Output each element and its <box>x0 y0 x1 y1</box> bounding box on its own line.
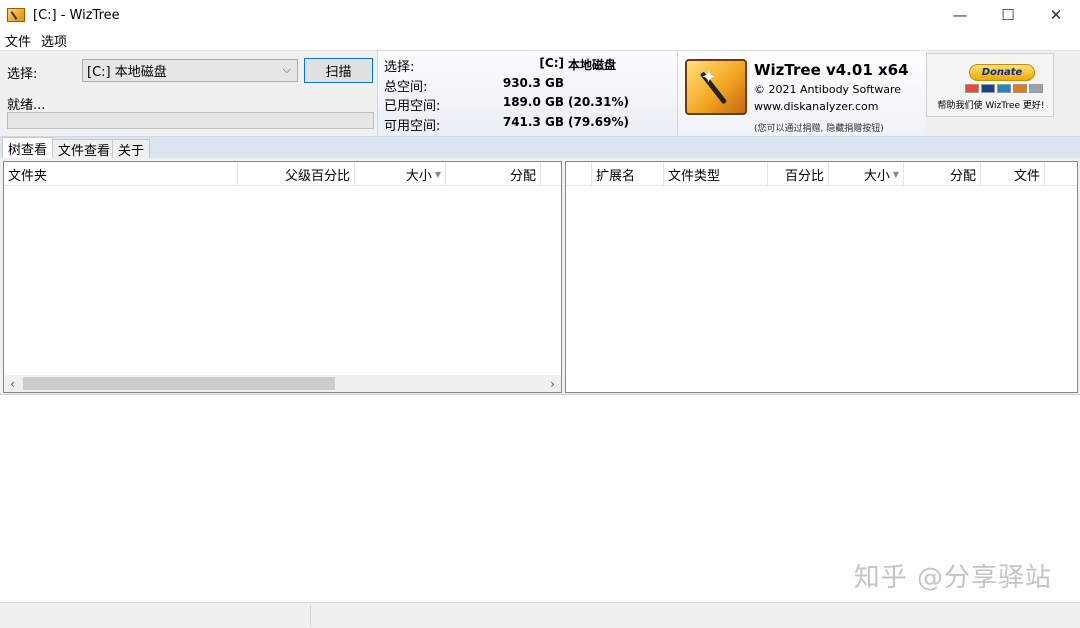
scroll-left-icon[interactable]: ‹ <box>4 375 21 392</box>
main-area: 文件夹 父级百分比 大小 ▼ 分配 ‹ › 扩展名 文件类型 百分比 大小 ▼ 分配… <box>0 158 1080 394</box>
status-segment-2 <box>311 605 1080 626</box>
folder-tree-list[interactable]: 文件夹 父级百分比 大小 ▼ 分配 ‹ › <box>3 161 562 393</box>
tool-panel: 选择: [C:] 本地磁盘 ⌵ 扫描 就绪... 选择: [C:] 本地磁盘 总… <box>0 50 1080 137</box>
disk-free-value: 741.3 GB <box>502 115 564 129</box>
disk-free-row: 可用空间: 741.3 GB (79.69%) <box>384 115 674 134</box>
column-files[interactable]: 文件 <box>981 162 1045 186</box>
status-bar <box>0 602 1080 628</box>
folder-list-header: 文件夹 父级百分比 大小 ▼ 分配 <box>4 162 561 186</box>
title-bar: [C:] - WizTree — ☐ ✕ <box>0 0 1080 30</box>
column-type-size-label: 大小 <box>863 168 890 184</box>
chevron-down-icon: ⌵ <box>282 63 291 76</box>
donate-hide-note: (您可以通过捐赠, 隐藏捐赠按钮) <box>754 124 884 134</box>
drive-select-value: [C:] 本地磁盘 <box>87 65 167 80</box>
disk-total-row: 总空间: 930.3 GB <box>384 76 674 95</box>
scrollbar-thumb[interactable] <box>23 377 335 390</box>
column-size[interactable]: 大小 ▼ <box>355 162 446 186</box>
file-type-list[interactable]: 扩展名 文件类型 百分比 大小 ▼ 分配 文件 <box>565 161 1078 393</box>
column-icon[interactable] <box>566 162 592 186</box>
amex-icon <box>997 84 1011 93</box>
column-percent[interactable]: 百分比 <box>768 162 829 186</box>
disk-free-percent: (79.69%) <box>568 115 629 129</box>
select-label: 选择: <box>7 67 38 82</box>
column-folder[interactable]: 文件夹 <box>4 162 238 186</box>
sort-down-icon: ▼ <box>892 169 899 179</box>
maximize-icon: ☐ <box>1001 6 1015 24</box>
discover-icon <box>1013 84 1027 93</box>
brand-copyright: © 2021 Antibody Software <box>754 83 902 96</box>
mastercard-icon <box>965 84 979 93</box>
disk-free-label: 可用空间: <box>384 119 441 134</box>
column-file-type[interactable]: 文件类型 <box>664 162 768 186</box>
menu-file[interactable]: 文件 <box>5 31 31 50</box>
disk-drive-name: 本地磁盘 <box>568 58 617 72</box>
minimize-button[interactable]: — <box>936 0 984 30</box>
brand-title: WizTree v4.01 x64 <box>754 61 909 79</box>
watermark: 知乎 @分享驿站 <box>853 563 1052 593</box>
window-title: [C:] - WizTree <box>33 7 120 23</box>
disk-select-label: 选择: <box>384 60 415 75</box>
payment-cards <box>965 84 1043 93</box>
disk-info-panel: 选择: [C:] 本地磁盘 总空间: 930.3 GB 已用空间: 189.0 … <box>378 51 678 137</box>
donate-button[interactable]: Donate <box>969 64 1035 81</box>
tab-about[interactable]: 关于 <box>112 139 151 159</box>
menu-bar: 文件 选项 <box>0 30 1080 50</box>
column-extension[interactable]: 扩展名 <box>592 162 664 186</box>
file-type-header: 扩展名 文件类型 百分比 大小 ▼ 分配 文件 <box>566 162 1077 186</box>
column-size-label: 大小 <box>405 168 432 184</box>
sort-down-icon: ▼ <box>434 169 441 179</box>
brand-panel: ✦ WizTree v4.01 x64 © 2021 Antibody Soft… <box>678 51 926 137</box>
disk-total-value: 930.3 GB <box>502 76 564 90</box>
disk-total-label: 总空间: <box>384 80 428 95</box>
scan-progress-bar <box>7 112 374 129</box>
disk-used-label: 已用空间: <box>384 99 441 114</box>
wiztree-logo-icon[interactable]: ✦ <box>685 59 747 115</box>
close-icon: ✕ <box>1049 6 1063 24</box>
disk-used-row: 已用空间: 189.0 GB (20.31%) <box>384 95 674 114</box>
view-tabs: 树查看 文件查看 关于 <box>0 136 1080 159</box>
minimize-icon: — <box>952 6 968 24</box>
window-controls: — ☐ ✕ <box>936 0 1080 30</box>
column-allocated[interactable]: 分配 <box>446 162 541 186</box>
close-button[interactable]: ✕ <box>1032 0 1080 30</box>
scan-button[interactable]: 扫描 <box>304 58 373 83</box>
column-type-allocated[interactable]: 分配 <box>904 162 981 186</box>
status-segment-1 <box>0 605 311 626</box>
disk-used-value: 189.0 GB <box>502 95 564 109</box>
wiztree-app-icon <box>7 8 25 22</box>
horizontal-scrollbar[interactable]: ‹ › <box>4 375 561 392</box>
menu-options[interactable]: 选项 <box>41 31 67 50</box>
brand-url-link[interactable]: www.diskanalyzer.com <box>754 100 879 113</box>
scroll-right-icon[interactable]: › <box>544 375 561 392</box>
donate-text: 帮助我们使 WizTree 更好! <box>937 101 1045 111</box>
maximize-button[interactable]: ☐ <box>984 0 1032 30</box>
status-text: 就绪... <box>7 98 46 113</box>
disk-used-percent: (20.31%) <box>568 95 629 109</box>
tab-tree-view[interactable]: 树查看 <box>2 137 54 159</box>
bank-card-icon <box>1029 84 1043 93</box>
visa-icon <box>981 84 995 93</box>
disk-select-row: 选择: [C:] 本地磁盘 <box>384 56 674 75</box>
tab-file-view[interactable]: 文件查看 <box>52 139 117 159</box>
column-type-size[interactable]: 大小 ▼ <box>829 162 904 186</box>
column-parent-percent[interactable]: 父级百分比 <box>238 162 355 186</box>
drive-select[interactable]: [C:] 本地磁盘 ⌵ <box>82 59 298 82</box>
sparkle-icon: ✦ <box>701 67 717 88</box>
disk-drive-letter: [C:] <box>539 56 564 70</box>
scan-controls: 选择: [C:] 本地磁盘 ⌵ 扫描 就绪... <box>0 51 378 137</box>
donate-panel: Donate 帮助我们使 WizTree 更好! <box>926 53 1054 117</box>
treemap-area[interactable]: 知乎 @分享驿站 <box>0 394 1080 602</box>
